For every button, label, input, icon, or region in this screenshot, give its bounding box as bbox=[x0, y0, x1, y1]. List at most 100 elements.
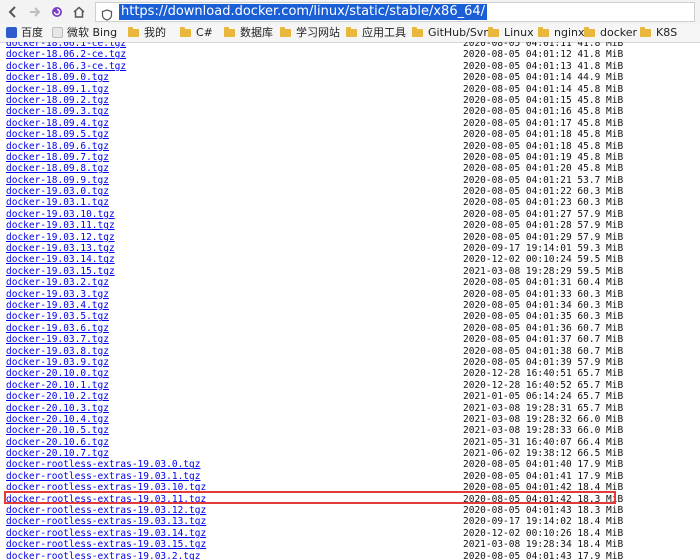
file-size: 59.3 MiB bbox=[577, 243, 624, 255]
file-link[interactable]: docker-19.03.12.tgz bbox=[6, 232, 115, 243]
file-link[interactable]: docker-19.03.0.tgz bbox=[6, 186, 109, 197]
file-size: 66.5 MiB bbox=[577, 448, 624, 460]
directory-listing: docker-18.06.1-ce.tgz 2020-08-05 04:01:11… bbox=[0, 42, 700, 560]
file-date: 2020-08-05 04:01:27 bbox=[463, 208, 572, 220]
file-size: 60.3 MiB bbox=[577, 197, 624, 209]
file-link[interactable]: docker-20.10.1.tgz bbox=[6, 380, 109, 391]
file-size: 57.9 MiB bbox=[577, 220, 624, 232]
file-link[interactable]: docker-19.03.7.tgz bbox=[6, 334, 109, 345]
file-link[interactable]: docker-18.09.4.tgz bbox=[6, 118, 109, 129]
bookmark-folder-learning[interactable]: 学习网站 bbox=[280, 24, 340, 42]
file-size: 45.8 MiB bbox=[577, 106, 624, 118]
back-arrow-icon[interactable] bbox=[4, 3, 22, 21]
folder-icon bbox=[128, 27, 139, 37]
file-date: 2020-08-05 04:01:14 bbox=[463, 72, 572, 84]
file-row: docker-20.10.3.tgz 2021-03-08 19:28:31 65… bbox=[0, 403, 700, 414]
file-row: docker-20.10.1.tgz 2020-12-28 16:40:52 65… bbox=[0, 380, 700, 391]
file-date: 2020-08-05 04:01:29 bbox=[463, 231, 572, 243]
file-link[interactable]: docker-20.10.6.tgz bbox=[6, 437, 109, 448]
file-link[interactable]: docker-19.03.1.tgz bbox=[6, 197, 109, 208]
file-link[interactable]: docker-19.03.13.tgz bbox=[6, 243, 115, 254]
file-link[interactable]: docker-19.03.2.tgz bbox=[6, 277, 109, 288]
file-link[interactable]: docker-19.03.8.tgz bbox=[6, 346, 109, 357]
file-link[interactable]: docker-18.06.3-ce.tgz bbox=[6, 61, 126, 72]
bookmark-folder-tools[interactable]: 应用工具 bbox=[346, 24, 406, 42]
file-row: docker-19.03.4.tgz 2020-08-05 04:01:34 60… bbox=[0, 300, 700, 311]
refresh-icon[interactable] bbox=[48, 3, 66, 21]
file-link[interactable]: docker-18.06.2-ce.tgz bbox=[6, 49, 126, 60]
file-link[interactable]: docker-18.09.7.tgz bbox=[6, 152, 109, 163]
file-date: 2020-08-05 04:01:43 bbox=[463, 550, 572, 560]
file-link[interactable]: docker-18.09.2.tgz bbox=[6, 95, 109, 106]
file-link[interactable]: docker-19.03.14.tgz bbox=[6, 254, 115, 265]
file-meta: 2020-08-05 04:01:18 45.8 MiB bbox=[463, 129, 623, 140]
address-bar[interactable]: https://download.docker.com/linux/static… bbox=[95, 2, 695, 22]
folder-icon bbox=[346, 27, 357, 37]
file-size: 45.8 MiB bbox=[577, 83, 624, 95]
file-link[interactable]: docker-19.03.5.tgz bbox=[6, 311, 109, 322]
file-meta: 2020-09-17 19:14:02 18.4 MiB bbox=[463, 516, 623, 527]
bookmarks-bar: 百度 微软 Bing 我的 C# 数据库 学习网站 应用工具 GitHub/Sv… bbox=[0, 24, 700, 43]
bookmark-folder-docker[interactable]: docker bbox=[584, 24, 637, 42]
file-size: 65.7 MiB bbox=[577, 391, 624, 403]
file-link[interactable]: docker-19.03.6.tgz bbox=[6, 323, 109, 334]
file-link[interactable]: docker-20.10.3.tgz bbox=[6, 403, 109, 414]
file-link[interactable]: docker-19.03.11.tgz bbox=[6, 220, 115, 231]
file-meta: 2020-08-05 04:01:17 45.8 MiB bbox=[463, 118, 623, 129]
file-link[interactable]: docker-20.10.2.tgz bbox=[6, 391, 109, 402]
bookmark-folder-csharp[interactable]: C# bbox=[180, 24, 213, 42]
file-size: 45.8 MiB bbox=[577, 117, 624, 129]
file-link[interactable]: docker-19.03.3.tgz bbox=[6, 289, 109, 300]
bookmark-folder-linux[interactable]: Linux bbox=[488, 24, 534, 42]
file-link[interactable]: docker-rootless-extras-19.03.14.tgz bbox=[6, 528, 206, 539]
bookmark-folder-database[interactable]: 数据库 bbox=[224, 24, 273, 42]
folder-icon bbox=[488, 27, 499, 37]
file-date: 2020-08-05 04:01:17 bbox=[463, 117, 572, 129]
file-link[interactable]: docker-18.09.0.tgz bbox=[6, 72, 109, 83]
file-date: 2021-03-08 19:28:33 bbox=[463, 425, 572, 437]
bookmark-folder-k8s[interactable]: K8S bbox=[640, 24, 677, 42]
file-link[interactable]: docker-rootless-extras-19.03.12.tgz bbox=[6, 505, 206, 516]
file-link[interactable]: docker-19.03.4.tgz bbox=[6, 300, 109, 311]
file-link[interactable]: docker-20.10.5.tgz bbox=[6, 425, 109, 436]
file-date: 2020-08-05 04:01:34 bbox=[463, 299, 572, 311]
file-date: 2020-08-05 04:01:33 bbox=[463, 288, 572, 300]
file-size: 41.8 MiB bbox=[577, 42, 624, 49]
file-link[interactable]: docker-rootless-extras-19.03.1.tgz bbox=[6, 471, 200, 482]
file-link[interactable]: docker-rootless-extras-19.03.13.tgz bbox=[6, 516, 206, 527]
file-link[interactable]: docker-rootless-extras-19.03.2.tgz bbox=[6, 551, 200, 560]
file-link[interactable]: docker-19.03.9.tgz bbox=[6, 357, 109, 368]
file-link[interactable]: docker-19.03.10.tgz bbox=[6, 209, 115, 220]
file-date: 2020-08-05 04:01:12 bbox=[463, 49, 572, 61]
file-link[interactable]: docker-18.09.6.tgz bbox=[6, 141, 109, 152]
bookmark-baidu[interactable]: 百度 bbox=[6, 24, 43, 42]
file-link[interactable]: docker-18.09.1.tgz bbox=[6, 84, 109, 95]
url-text[interactable]: https://download.docker.com/linux/static… bbox=[119, 4, 488, 20]
file-date: 2020-12-02 00:10:26 bbox=[463, 527, 572, 539]
file-link[interactable]: docker-rootless-extras-19.03.15.tgz bbox=[6, 539, 206, 550]
bookmark-folder-nginx[interactable]: nginx bbox=[538, 24, 585, 42]
bing-icon bbox=[52, 27, 63, 38]
file-link[interactable]: docker-18.09.8.tgz bbox=[6, 163, 109, 174]
file-row: docker-19.03.13.tgz 2020-09-17 19:14:01 5… bbox=[0, 243, 700, 254]
folder-icon bbox=[412, 27, 423, 37]
home-icon[interactable] bbox=[70, 3, 88, 21]
file-meta: 2020-08-05 04:01:38 60.7 MiB bbox=[463, 346, 623, 357]
file-link[interactable]: docker-rootless-extras-19.03.0.tgz bbox=[6, 459, 200, 470]
forward-arrow-icon[interactable] bbox=[26, 3, 44, 21]
bookmark-folder-mine[interactable]: 我的 bbox=[128, 24, 166, 42]
file-link[interactable]: docker-18.09.9.tgz bbox=[6, 175, 109, 186]
file-link[interactable]: docker-20.10.7.tgz bbox=[6, 448, 109, 459]
file-link[interactable]: docker-19.03.15.tgz bbox=[6, 266, 115, 277]
file-size: 59.5 MiB bbox=[577, 254, 624, 266]
folder-icon bbox=[584, 27, 595, 37]
bookmark-folder-github[interactable]: GitHub/Svn bbox=[412, 24, 490, 42]
file-link[interactable]: docker-20.10.0.tgz bbox=[6, 368, 109, 379]
file-link[interactable]: docker-18.06.1-ce.tgz bbox=[6, 42, 126, 49]
file-link[interactable]: docker-18.09.3.tgz bbox=[6, 106, 109, 117]
bookmark-bing[interactable]: 微软 Bing bbox=[52, 24, 117, 42]
file-link[interactable]: docker-18.09.5.tgz bbox=[6, 129, 109, 140]
file-size: 60.4 MiB bbox=[577, 277, 624, 289]
file-link[interactable]: docker-20.10.4.tgz bbox=[6, 414, 109, 425]
file-size: 45.8 MiB bbox=[577, 163, 624, 175]
